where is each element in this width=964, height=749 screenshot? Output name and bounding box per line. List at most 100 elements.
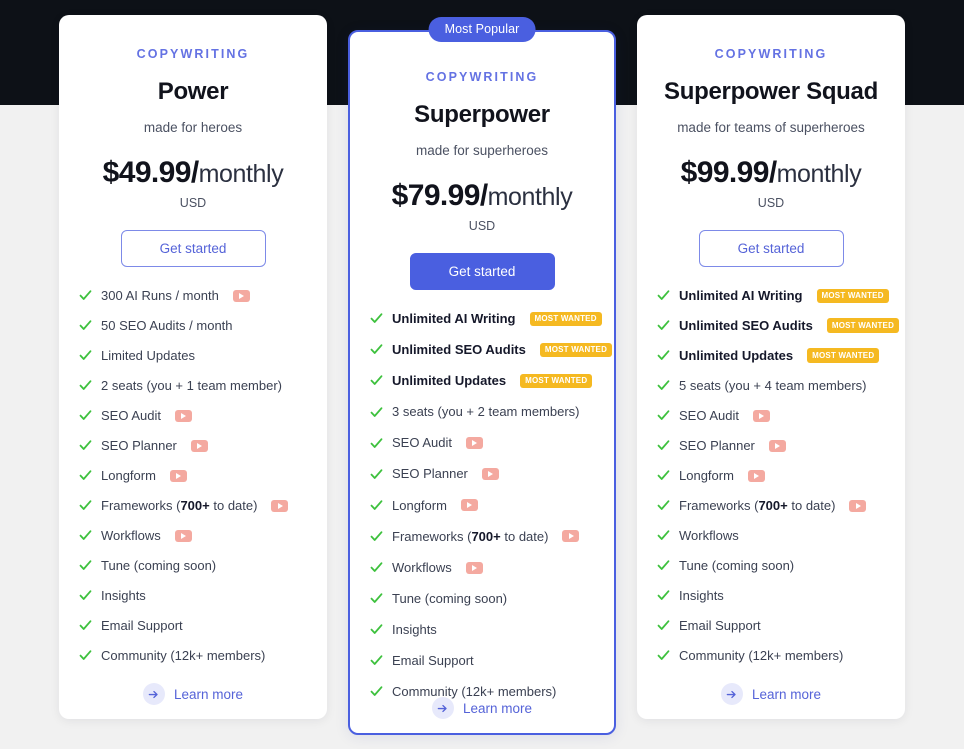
feature-item: Unlimited SEO Audits MOST WANTED <box>370 342 613 358</box>
video-tutorial-icon[interactable] <box>232 289 250 302</box>
video-tutorial-icon[interactable] <box>562 530 580 543</box>
check-icon <box>79 589 92 602</box>
check-icon <box>657 529 670 542</box>
most-popular-badge: Most Popular <box>428 17 536 42</box>
check-icon <box>370 561 383 574</box>
check-icon <box>657 559 670 572</box>
most-wanted-tag: MOST WANTED <box>529 311 602 327</box>
arrow-right-icon <box>720 683 743 705</box>
check-icon <box>370 530 383 543</box>
feature-item: Frameworks (700+ to date) <box>79 498 307 514</box>
feature-item: Unlimited AI Writing MOST WANTED <box>657 288 889 304</box>
check-icon <box>370 654 383 667</box>
check-icon <box>657 589 670 602</box>
check-icon <box>79 319 92 332</box>
feature-list: Unlimited AI Writing MOST WANTED Unlimited… <box>657 288 900 664</box>
check-icon <box>370 468 383 481</box>
check-icon <box>79 529 92 542</box>
price-amount: $79.99/ <box>391 179 489 212</box>
feature-item: Unlimited Updates MOST WANTED <box>657 348 885 364</box>
feature-label: 50 SEO Audits / month <box>101 317 233 333</box>
feature-item: Email Support <box>79 618 307 634</box>
feature-item: Frameworks (700+ to date) <box>657 498 885 514</box>
video-tutorial-icon[interactable] <box>465 561 483 574</box>
learn-more-link[interactable]: Learn more <box>637 683 905 705</box>
price-period: monthly <box>776 160 862 188</box>
feature-item: Longform <box>79 468 307 484</box>
learn-more-link[interactable]: Learn more <box>350 697 614 719</box>
feature-item: Unlimited Updates MOST WANTED <box>370 373 594 389</box>
check-icon <box>79 619 92 632</box>
feature-item: Tune (coming soon) <box>657 558 885 574</box>
check-icon <box>370 312 383 325</box>
feature-item: 50 SEO Audits / month <box>79 318 307 334</box>
feature-item: 3 seats (you + 2 team members) <box>370 404 594 420</box>
most-wanted-tag: MOST WANTED <box>826 318 900 334</box>
feature-item: Email Support <box>657 618 885 634</box>
feature-item: Email Support <box>370 653 594 669</box>
feature-label: Insights <box>679 587 724 603</box>
video-tutorial-icon[interactable] <box>849 499 867 512</box>
feature-label: Insights <box>392 621 437 637</box>
video-tutorial-icon[interactable] <box>747 469 765 482</box>
feature-label: Tune (coming soon) <box>392 590 508 606</box>
plan-title: Superpower <box>414 101 550 128</box>
check-icon <box>79 289 92 302</box>
feature-label: Longform <box>392 497 447 513</box>
plan-tagline: made for heroes <box>143 120 243 135</box>
feature-label: Unlimited SEO Audits <box>392 342 526 358</box>
feature-item: 2 seats (you + 1 team member) <box>79 378 307 394</box>
video-tutorial-icon[interactable] <box>271 499 289 512</box>
check-icon <box>370 374 383 387</box>
feature-label: Frameworks (700+ to date) <box>392 528 549 544</box>
feature-label: Workflows <box>392 559 452 575</box>
plan-tagline: made for superheroes <box>415 143 549 158</box>
video-tutorial-icon[interactable] <box>169 469 187 482</box>
feature-item: SEO Planner <box>657 438 885 454</box>
feature-label: 5 seats (you + 4 team members) <box>679 377 867 393</box>
price-period: monthly <box>487 183 573 211</box>
get-started-button[interactable]: Get started <box>698 230 844 267</box>
check-icon <box>79 439 92 452</box>
check-icon <box>657 319 670 332</box>
most-wanted-tag: MOST WANTED <box>807 348 880 364</box>
price-currency: USD <box>468 219 496 233</box>
arrow-right-icon <box>431 697 454 719</box>
video-tutorial-icon[interactable] <box>174 409 192 422</box>
get-started-button[interactable]: Get started <box>409 253 555 290</box>
get-started-button[interactable]: Get started <box>120 230 266 267</box>
feature-item: Workflows <box>657 528 885 544</box>
feature-item: SEO Planner <box>370 466 594 482</box>
learn-more-label: Learn more <box>173 686 244 702</box>
most-wanted-tag: MOST WANTED <box>539 342 613 358</box>
feature-item: 300 AI Runs / month <box>79 288 307 304</box>
video-tutorial-icon[interactable] <box>174 529 192 542</box>
feature-list: Unlimited AI Writing MOST WANTED Unlimited… <box>370 311 613 700</box>
video-tutorial-icon[interactable] <box>460 499 478 512</box>
feature-item: Workflows <box>370 560 594 576</box>
most-wanted-tag: MOST WANTED <box>816 288 889 304</box>
check-icon <box>370 592 383 605</box>
video-tutorial-icon[interactable] <box>768 439 786 452</box>
feature-label: Community (12k+ members) <box>101 647 266 663</box>
feature-label: Tune (coming soon) <box>679 557 795 573</box>
video-tutorial-icon[interactable] <box>465 437 483 450</box>
feature-item: Limited Updates <box>79 348 307 364</box>
most-wanted-tag: MOST WANTED <box>520 373 593 389</box>
check-icon <box>79 469 92 482</box>
check-icon <box>657 439 670 452</box>
check-icon <box>657 289 670 302</box>
learn-more-link[interactable]: Learn more <box>59 683 327 705</box>
check-icon <box>657 649 670 662</box>
feature-item: Community (12k+ members) <box>657 648 885 664</box>
video-tutorial-icon[interactable] <box>481 468 499 481</box>
video-tutorial-icon[interactable] <box>752 409 770 422</box>
feature-label: 2 seats (you + 1 team member) <box>101 377 282 393</box>
plan-tagline: made for teams of superheroes <box>677 120 865 135</box>
feature-label: Unlimited AI Writing <box>392 311 516 326</box>
feature-item: Workflows <box>79 528 307 544</box>
feature-item: Tune (coming soon) <box>370 591 594 607</box>
feature-item: Tune (coming soon) <box>79 558 307 574</box>
feature-item: Unlimited SEO Audits MOST WANTED <box>657 318 900 334</box>
video-tutorial-icon[interactable] <box>190 439 208 452</box>
